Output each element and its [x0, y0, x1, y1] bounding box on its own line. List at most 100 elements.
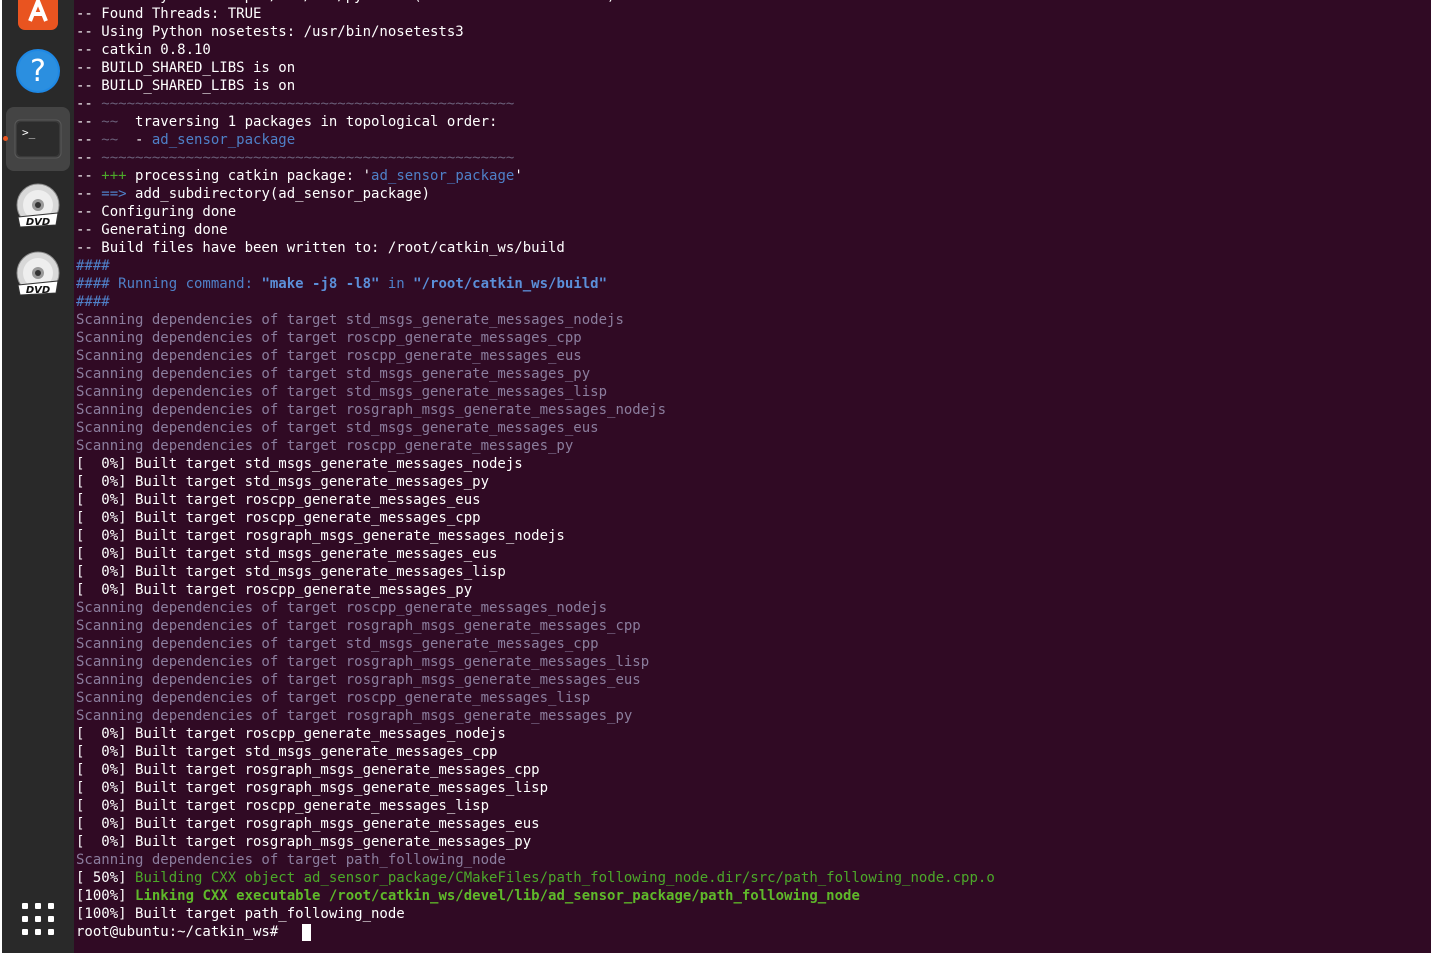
terminal-text-segment: #### Running command: — [76, 276, 262, 292]
dvd-icon: DVD — [16, 251, 60, 296]
terminal-line: Scanning dependencies of target roscpp_g… — [76, 437, 573, 455]
dvd-icon: DVD — [16, 183, 60, 228]
terminal-output[interactable]: -- Found PythonInterp: /usr/bin/python3 … — [74, 0, 1431, 953]
terminal-text-segment: Scanning dependencies of target rosgraph… — [76, 672, 641, 688]
terminal-text-segment: -- — [76, 96, 102, 112]
terminal-line: -- ~~~~~~~~~~~~~~~~~~~~~~~~~~~~~~~~~~~~~… — [76, 149, 514, 167]
terminal-line: Scanning dependencies of target std_msgs… — [76, 311, 624, 329]
terminal-line: -- Configuring done — [76, 203, 236, 221]
terminal-line: [ 0%] Built target rosgraph_msgs_generat… — [76, 815, 540, 833]
terminal-line: -- Build files have been written to: /ro… — [76, 239, 565, 257]
terminal-text-segment: Scanning dependencies of target std_msgs… — [76, 636, 599, 652]
terminal-line: Scanning dependencies of target std_msgs… — [76, 383, 607, 401]
terminal-app-icon: >_ — [14, 119, 62, 159]
help-icon[interactable]: ? — [6, 39, 70, 103]
help-question-icon: ? — [16, 49, 60, 93]
terminal-text-segment: [ 0%] Built target rosgraph_msgs_generat… — [76, 780, 549, 796]
terminal-text-segment: add_subdirectory(ad_sensor_package) — [126, 186, 431, 202]
terminal-text-segment: root@ubuntu:~/catkin_ws# — [76, 924, 287, 940]
software-store-icon — [18, 0, 58, 30]
terminal-text-segment: in — [379, 276, 414, 292]
terminal-text-segment: Scanning dependencies of target rosgraph… — [76, 654, 650, 670]
terminal-line: Scanning dependencies of target std_msgs… — [76, 365, 590, 383]
terminal-line: [ 0%] Built target rosgraph_msgs_generat… — [76, 527, 565, 545]
terminal-line: [100%] Linking CXX executable /root/catk… — [76, 887, 860, 905]
terminal-text-segment: ~~ — [101, 132, 119, 148]
dvd-drive-icon-1[interactable]: DVD — [6, 175, 70, 239]
terminal-line: [ 0%] Built target roscpp_generate_messa… — [76, 725, 506, 743]
terminal-text-segment: Scanning dependencies of target std_msgs… — [76, 384, 608, 400]
terminal-line: -- Using Python nosetests: /usr/bin/nose… — [76, 23, 464, 41]
terminal-text-segment: ~~~~~~~~~~~~~~~~~~~~~~~~~~~~~~~~~~~~~~~~… — [101, 96, 515, 112]
terminal-line: #### Running command: "make -j8 -l8" in … — [76, 275, 607, 293]
terminal-text-segment: [ 0%] Built target std_msgs_generate_mes… — [76, 546, 498, 562]
terminal-text-segment: Scanning dependencies of target std_msgs… — [76, 312, 624, 328]
terminal-line: -- ~~~~~~~~~~~~~~~~~~~~~~~~~~~~~~~~~~~~~… — [76, 95, 514, 113]
terminal-text-segment: -- — [76, 132, 102, 148]
terminal-text-segment: +++ — [101, 168, 127, 184]
terminal-text-segment: "make -j8 -l8" — [261, 276, 380, 292]
terminal-line: Scanning dependencies of target std_msgs… — [76, 635, 599, 653]
terminal-text-segment: -- Found Threads: TRUE — [76, 6, 262, 22]
terminal-text-segment: Scanning dependencies of target path_fol… — [76, 852, 506, 868]
terminal-text-segment: -- catkin 0.8.10 — [76, 42, 211, 58]
terminal-line: [ 0%] Built target rosgraph_msgs_generat… — [76, 761, 540, 779]
terminal-text-segment: -- Build files have been written to: /ro… — [76, 240, 565, 256]
terminal-text-segment: [ 0%] Built target rosgraph_msgs_generat… — [76, 528, 565, 544]
terminal-text-segment: ' — [514, 168, 523, 184]
svg-text:DVD: DVD — [26, 285, 50, 296]
terminal-text-segment: processing catkin package: ' — [126, 168, 372, 184]
terminal-line: [ 0%] Built target rosgraph_msgs_generat… — [76, 833, 531, 851]
terminal-text-segment: ad_sensor_package — [151, 132, 296, 148]
terminal-text-segment: [ 0%] Built target std_msgs_generate_mes… — [76, 564, 506, 580]
terminal-line: #### — [76, 257, 110, 275]
terminal-line: -- Generating done — [76, 221, 228, 239]
terminal-line: #### — [76, 293, 110, 311]
svg-text:>_: >_ — [22, 126, 36, 139]
terminal-line: -- ~~ traversing 1 packages in topologic… — [76, 113, 497, 131]
terminal-text-segment: [100%] Built target path_following_node — [76, 906, 405, 922]
terminal-text-segment: Scanning dependencies of target rosgraph… — [76, 618, 641, 634]
terminal-line: [ 0%] Built target std_msgs_generate_mes… — [76, 743, 497, 761]
ubuntu-software-icon[interactable] — [6, 0, 70, 42]
terminal-line: [ 50%] Building CXX object ad_sensor_pac… — [76, 869, 995, 887]
terminal-text-segment: [ 0%] Built target roscpp_generate_messa… — [76, 798, 490, 814]
terminal-text-segment: traversing 1 packages in topological ord… — [118, 114, 498, 130]
terminal-text-segment: -- — [76, 150, 102, 166]
terminal-line: [100%] Built target path_following_node — [76, 905, 405, 923]
terminal-text-segment: -- — [76, 168, 102, 184]
terminal-text-segment: -- BUILD_SHARED_LIBS is on — [76, 60, 296, 76]
terminal-line: -- BUILD_SHARED_LIBS is on — [76, 59, 295, 77]
terminal-line: [ 0%] Built target roscpp_generate_messa… — [76, 491, 481, 509]
terminal-icon[interactable]: >_ — [3, 107, 70, 171]
terminal-text-segment: Scanning dependencies of target roscpp_g… — [76, 438, 574, 454]
terminal-line: [ 0%] Built target roscpp_generate_messa… — [76, 797, 489, 815]
terminal-line: [ 0%] Built target roscpp_generate_messa… — [76, 581, 472, 599]
terminal-line: [ 0%] Built target std_msgs_generate_mes… — [76, 563, 506, 581]
terminal-line: -- catkin 0.8.10 — [76, 41, 211, 59]
terminal-text-segment: ~~~~~~~~~~~~~~~~~~~~~~~~~~~~~~~~~~~~~~~~… — [101, 150, 515, 166]
terminal-line: -- Found Threads: TRUE — [76, 5, 261, 23]
dvd-drive-icon-2[interactable]: DVD — [6, 243, 70, 307]
running-indicator — [3, 136, 8, 141]
terminal-text-segment: [ 0%] Built target std_msgs_generate_mes… — [76, 744, 498, 760]
terminal-text-segment: "/root/catkin_ws/build" — [413, 276, 608, 292]
terminal-text-segment: Scanning dependencies of target roscpp_g… — [76, 348, 582, 364]
terminal-text-segment: [ 0%] Built target rosgraph_msgs_generat… — [76, 762, 540, 778]
terminal-line: Scanning dependencies of target roscpp_g… — [76, 329, 582, 347]
terminal-line: [ 0%] Built target std_msgs_generate_mes… — [76, 545, 497, 563]
terminal-text-segment: Scanning dependencies of target rosgraph… — [76, 402, 667, 418]
terminal-text-segment: Scanning dependencies of target roscpp_g… — [76, 690, 591, 706]
terminal-text-segment: ~~ — [101, 114, 119, 130]
show-applications-icon[interactable] — [6, 887, 70, 951]
terminal-text-segment: [ 0%] Built target rosgraph_msgs_generat… — [76, 834, 532, 850]
terminal-text-segment: - — [118, 132, 152, 148]
terminal-line: Scanning dependencies of target roscpp_g… — [76, 599, 607, 617]
terminal-text-segment: Scanning dependencies of target std_msgs… — [76, 420, 599, 436]
dock: ? >_ DVD DVD — [2, 0, 74, 953]
terminal-text-segment: -- BUILD_SHARED_LIBS is on — [76, 78, 296, 94]
svg-text:DVD: DVD — [26, 217, 50, 228]
terminal-line: Scanning dependencies of target rosgraph… — [76, 671, 641, 689]
terminal-line: Scanning dependencies of target roscpp_g… — [76, 347, 582, 365]
terminal-line: -- BUILD_SHARED_LIBS is on — [76, 77, 295, 95]
